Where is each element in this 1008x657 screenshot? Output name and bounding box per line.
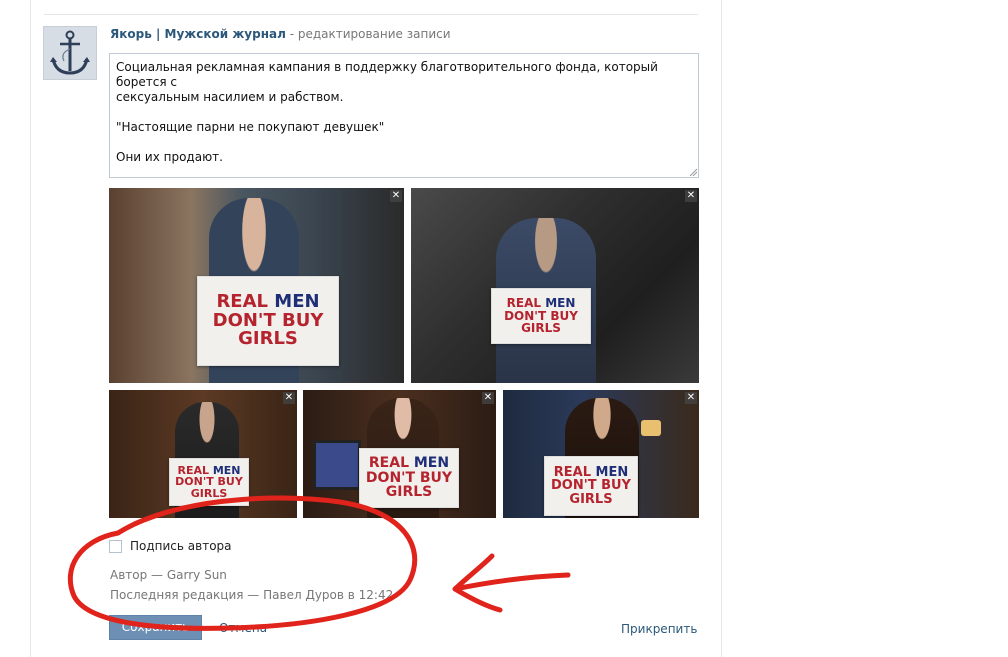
attached-photo[interactable]: REAL MEN DON'T BUY GIRLS ✕ <box>109 188 404 383</box>
post-header: Якорь | Мужской журнал - редактирование … <box>110 27 451 41</box>
signature-checkbox[interactable] <box>109 539 122 553</box>
attached-photo[interactable]: REAL MEN DON'T BUY GIRLS ✕ <box>503 390 699 518</box>
left-divider <box>30 0 31 657</box>
editor-line: Социальная рекламная кампания в поддержк… <box>116 60 658 89</box>
sign-line: DON'T BUY <box>365 469 453 486</box>
photo-sign: REAL MEN DON'T BUY GIRLS <box>197 276 339 366</box>
photo-sign: REAL MEN DON'T BUY GIRLS <box>359 448 459 508</box>
sign-line: GIRLS <box>385 484 433 501</box>
photo-lamp <box>641 420 661 436</box>
sign-line: GIRLS <box>569 491 613 507</box>
annotation-arrow <box>452 553 571 613</box>
cancel-link[interactable]: Отмена <box>219 621 267 635</box>
sign-line: GIRLS <box>521 321 561 336</box>
author-signature-option[interactable]: Подпись автора <box>109 539 232 553</box>
editor-line <box>116 135 692 150</box>
sign-line: REAL MEN <box>368 454 450 471</box>
attached-photo[interactable]: REAL MEN DON'T BUY GIRLS ✕ <box>411 188 699 383</box>
remove-photo-close-icon[interactable]: ✕ <box>283 392 295 404</box>
attach-link[interactable]: Прикрепить <box>621 622 697 636</box>
remove-photo-close-icon[interactable]: ✕ <box>390 190 402 202</box>
edit-status-text: - редактирование записи <box>285 27 451 41</box>
attached-photo[interactable]: REAL MEN DON'T BUY GIRLS ✕ <box>303 390 496 518</box>
sign-line: REAL MEN <box>553 464 629 480</box>
remove-photo-close-icon[interactable]: ✕ <box>482 392 494 404</box>
last-edit-info: Последняя редакция — Павел Дуров в 12:42 <box>110 588 394 602</box>
editor-line <box>116 105 692 120</box>
author-info: Автор — Garry Sun <box>110 568 227 582</box>
photo-sign: REAL MEN DON'T BUY GIRLS <box>491 288 591 344</box>
avatar[interactable] <box>43 26 97 80</box>
photo-sign: REAL MEN DON'T BUY GIRLS <box>544 456 638 516</box>
author-link[interactable]: Якорь | Мужской журнал <box>110 27 286 41</box>
right-divider <box>721 0 722 657</box>
remove-photo-close-icon[interactable]: ✕ <box>685 190 697 202</box>
anchor-icon <box>50 30 90 75</box>
sign-line: GIRLS <box>238 328 298 350</box>
photo-sign: REAL MEN DON'T BUY GIRLS <box>169 458 249 506</box>
sign-line: GIRLS <box>190 486 228 500</box>
post-text-editor[interactable]: Социальная рекламная кампания в поддержк… <box>109 53 699 178</box>
sign-line: DON'T BUY <box>551 478 631 494</box>
photo-tv-screen <box>313 440 361 490</box>
sign-line: REAL MEN <box>216 290 320 312</box>
sign-line: REAL MEN <box>506 296 576 311</box>
top-separator <box>44 14 698 15</box>
signature-label[interactable]: Подпись автора <box>130 539 232 553</box>
remove-photo-close-icon[interactable]: ✕ <box>685 392 697 404</box>
editor-line: "Настоящие парни не покупают девушек" <box>116 120 385 134</box>
editor-line: сексуальным насилием и рабством. <box>116 90 344 104</box>
attached-photo[interactable]: REAL MEN DON'T BUY GIRLS ✕ <box>109 390 297 518</box>
resize-handle-icon[interactable] <box>689 168 697 176</box>
editor-line: Они их продают. <box>116 150 223 164</box>
save-button[interactable]: Сохранить <box>109 615 202 640</box>
